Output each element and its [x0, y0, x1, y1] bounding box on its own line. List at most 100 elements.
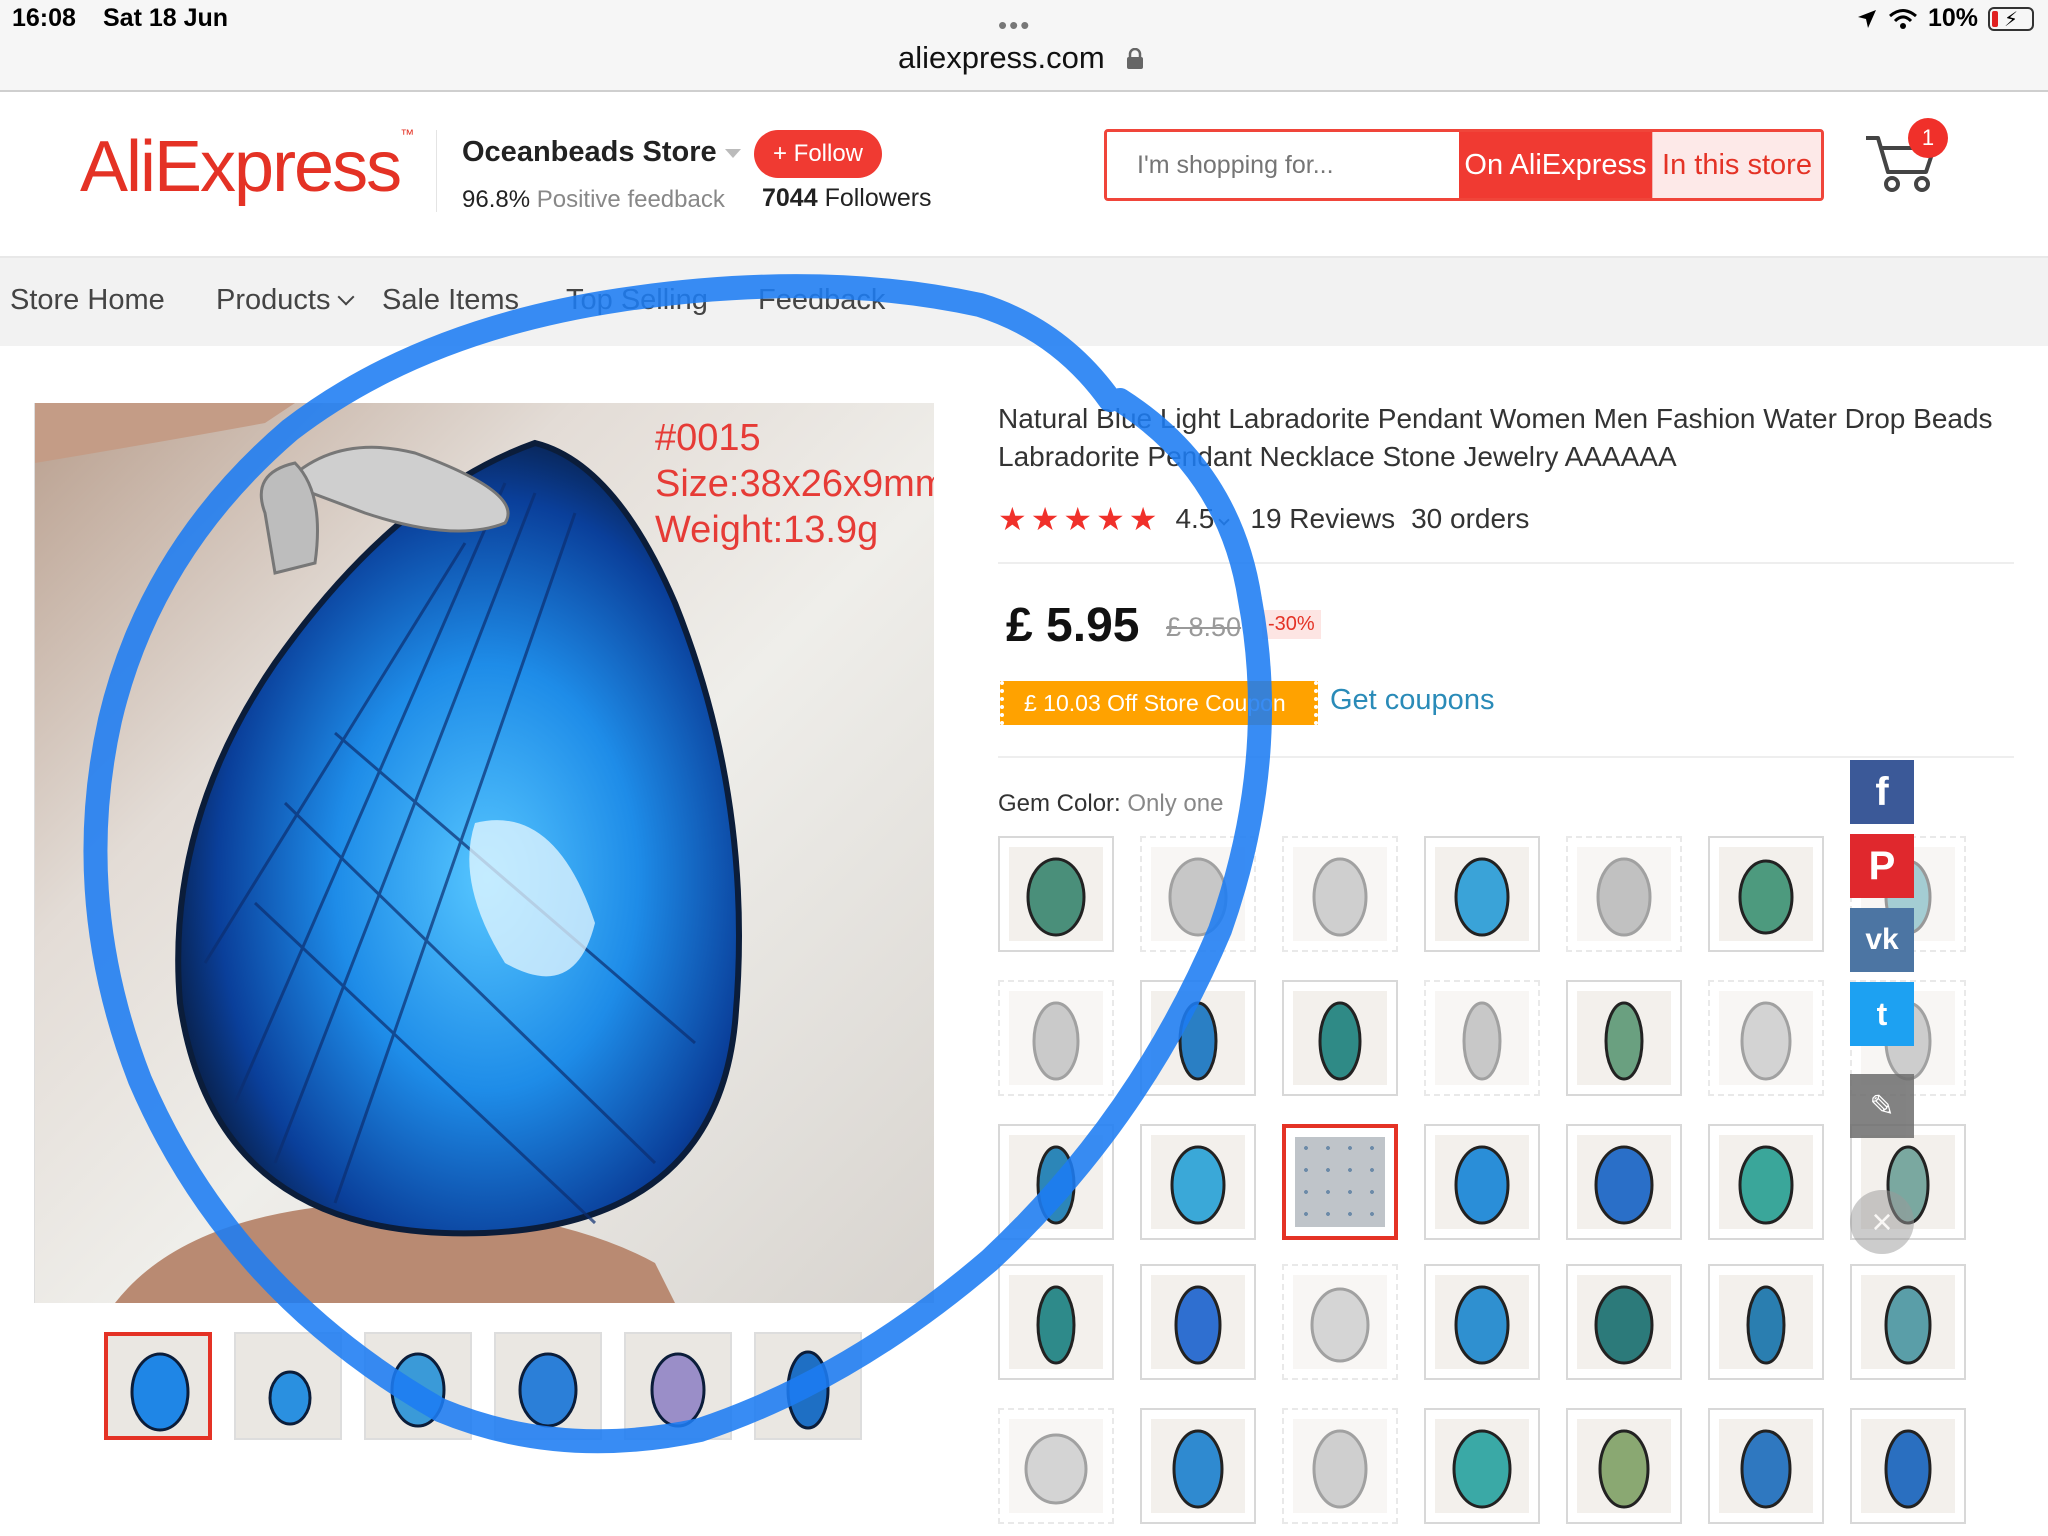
color-swatch[interactable] — [998, 980, 1114, 1096]
ios-status-bar: 16:08 Sat 18 Jun ••• aliexpress.com 10% … — [0, 0, 2048, 90]
gem-color-label: Gem Color: Only one — [998, 790, 1224, 817]
color-swatch[interactable] — [1424, 1124, 1540, 1240]
color-swatch[interactable] — [1282, 836, 1398, 952]
status-time: 16:08 — [12, 4, 76, 32]
facebook-share-button[interactable]: f — [1850, 760, 1914, 824]
location-arrow-icon — [1857, 9, 1876, 28]
rating-value[interactable]: 4.5 — [1175, 503, 1231, 535]
image-caption-size: Size:38x26x9mm — [655, 463, 934, 505]
search-input[interactable] — [1107, 132, 1459, 198]
color-swatch[interactable] — [1282, 1408, 1398, 1524]
cart-count-badge: 1 — [1908, 118, 1948, 158]
color-swatch[interactable] — [1424, 1408, 1540, 1524]
nav-store-home[interactable]: Store Home — [10, 284, 165, 317]
color-swatch[interactable] — [1708, 1408, 1824, 1524]
thumbnail[interactable] — [754, 1332, 862, 1440]
image-caption-weight: Weight:13.9g — [655, 509, 879, 551]
store-followers: 7044 Followers — [762, 184, 932, 212]
color-swatch[interactable] — [1708, 1264, 1824, 1380]
twitter-icon: t — [1876, 995, 1888, 1032]
color-swatch[interactable] — [998, 1124, 1114, 1240]
thumbnail[interactable] — [364, 1332, 472, 1440]
image-caption-id: #0015 — [655, 417, 761, 459]
vk-share-button[interactable]: vk — [1850, 908, 1914, 972]
orders-count: 30 orders — [1411, 503, 1530, 534]
facebook-icon: f — [1875, 769, 1889, 814]
color-swatch[interactable] — [1140, 1408, 1256, 1524]
color-swatch[interactable] — [1140, 1264, 1256, 1380]
lock-icon — [1127, 48, 1143, 69]
wifi-icon — [1888, 8, 1917, 29]
color-swatch[interactable] — [1566, 980, 1682, 1096]
color-swatch[interactable] — [1850, 1408, 1966, 1524]
reviews-link[interactable]: 19 Reviews — [1250, 503, 1395, 535]
main-product-image[interactable]: #0015 Size:38x26x9mm Weight:13.9g — [34, 403, 934, 1303]
color-swatch[interactable] — [1140, 980, 1256, 1096]
store-coupon-badge[interactable]: £ 10.03 Off Store Coupon — [1000, 681, 1318, 725]
status-date: Sat 18 Jun — [103, 4, 229, 32]
pinterest-share-button[interactable]: P — [1850, 834, 1914, 898]
logo-divider — [436, 130, 437, 212]
color-swatch[interactable] — [1282, 980, 1398, 1096]
thumbnail[interactable] — [104, 1332, 212, 1440]
thumbnail[interactable] — [624, 1332, 732, 1440]
color-swatch[interactable] — [1708, 1124, 1824, 1240]
product-title: Natural Blue Light Labradorite Pendant W… — [998, 403, 1993, 472]
store-feedback: 96.8% Positive feedback — [462, 186, 725, 213]
close-share-button[interactable]: × — [1850, 1190, 1914, 1254]
rating-stars: ★★★★★ — [998, 501, 1162, 537]
chevron-down-icon — [1218, 514, 1231, 526]
color-swatch[interactable] — [1140, 1124, 1256, 1240]
nav-top-selling[interactable]: Top Selling — [566, 284, 708, 317]
product-price: £ 5.95 — [1006, 599, 1140, 652]
battery-percent: 10% — [1927, 4, 1978, 32]
tab-overflow-dots[interactable]: ••• — [998, 10, 1031, 41]
search-on-aliexpress-button[interactable]: On AliExpress — [1459, 132, 1652, 198]
nav-products[interactable]: Products — [216, 284, 355, 317]
color-swatch[interactable] — [998, 1408, 1114, 1524]
store-nav: Store Home Products Sale Items Top Selli… — [0, 258, 2048, 346]
color-swatch[interactable] — [1708, 980, 1824, 1096]
thumbnail[interactable] — [234, 1332, 342, 1440]
color-swatch[interactable] — [1566, 1264, 1682, 1380]
store-name[interactable]: Oceanbeads Store — [462, 136, 741, 169]
aliexpress-logo[interactable]: AliExpress™ — [80, 126, 414, 208]
vk-icon: vk — [1865, 923, 1899, 956]
color-swatch[interactable] — [1566, 1124, 1682, 1240]
battery-icon: ⚡ — [1988, 6, 2034, 31]
chevron-down-icon — [724, 148, 741, 158]
color-swatch[interactable] — [1566, 836, 1682, 952]
nav-sale-items[interactable]: Sale Items — [382, 284, 519, 317]
toolbar-divider — [0, 90, 2048, 92]
search-in-store-button[interactable]: In this store — [1652, 132, 1821, 198]
original-price: £ 8.50 — [1166, 612, 1242, 642]
search-bar: On AliExpress In this store — [1104, 129, 1824, 201]
twitter-share-button[interactable]: t — [1850, 982, 1914, 1046]
status-indicators: 10% ⚡ — [1856, 4, 2034, 33]
nav-feedback[interactable]: Feedback — [758, 284, 885, 317]
edit-share-button[interactable]: ✎ — [1850, 1074, 1914, 1138]
divider — [998, 562, 2014, 564]
close-icon: × — [1871, 1201, 1893, 1242]
rating-row: ★★★★★ 4.5 19 Reviews 30 orders — [998, 500, 1529, 538]
chevron-down-icon — [337, 288, 355, 306]
color-swatch[interactable] — [1566, 1408, 1682, 1524]
color-swatch[interactable] — [1424, 1264, 1540, 1380]
color-swatch-selected[interactable] — [1282, 1124, 1398, 1240]
color-swatch[interactable] — [1424, 980, 1540, 1096]
color-swatch[interactable] — [1140, 836, 1256, 952]
thumbnail[interactable] — [494, 1332, 602, 1440]
color-swatch[interactable] — [1708, 836, 1824, 952]
color-swatch[interactable] — [1424, 836, 1540, 952]
pinterest-icon: P — [1868, 843, 1896, 888]
get-coupons-link[interactable]: Get coupons — [1330, 684, 1494, 717]
divider — [998, 756, 2014, 758]
discount-badge: -30% — [1262, 610, 1321, 639]
color-swatch[interactable] — [1282, 1264, 1398, 1380]
color-swatch[interactable] — [1850, 1264, 1966, 1380]
address-bar-url[interactable]: aliexpress.com — [898, 40, 1105, 76]
color-swatch[interactable] — [998, 836, 1114, 952]
pencil-icon: ✎ — [1869, 1089, 1895, 1123]
follow-button[interactable]: + Follow — [754, 130, 882, 178]
color-swatch[interactable] — [998, 1264, 1114, 1380]
